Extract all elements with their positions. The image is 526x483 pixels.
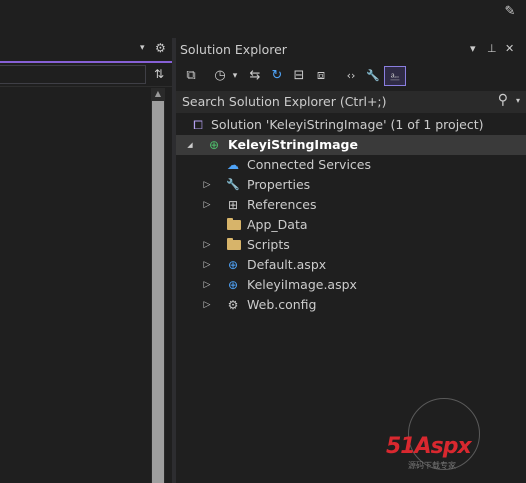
collapse-arrow-icon[interactable]: ▷ xyxy=(201,175,213,195)
tree-item-connected-services[interactable]: ☁ Connected Services xyxy=(176,155,526,175)
tree-item-label: Web.config xyxy=(247,297,317,312)
tree-item-label: KeleyiStringImage xyxy=(228,137,358,152)
tree-item-label: Solution 'KeleyiStringImage' (1 of 1 pro… xyxy=(211,117,484,132)
expand-arrow-icon[interactable]: ◢ xyxy=(184,135,196,155)
chevron-down-icon[interactable]: ▾ xyxy=(140,43,145,53)
solution-icon: ⧠ xyxy=(193,118,203,132)
chevron-down-icon[interactable]: ▾ xyxy=(230,66,240,86)
folder-icon xyxy=(226,217,242,233)
scrollbar-thumb[interactable] xyxy=(152,101,164,483)
search-box[interactable]: Search Solution Explorer (Ctrl+;) ⚲ ▾ xyxy=(176,91,526,113)
divider xyxy=(0,86,172,87)
watermark-brand: 51Aspx xyxy=(386,434,472,459)
tree-item-label: App_Data xyxy=(247,217,308,232)
panel-title: Solution Explorer xyxy=(180,42,287,57)
feedback-icon[interactable]: ✎ xyxy=(502,4,518,20)
globe-icon: ⊕ xyxy=(227,258,239,272)
editor-pane xyxy=(0,38,172,483)
show-all-files-icon[interactable]: ⧈ xyxy=(312,66,330,86)
tree-item-label: Properties xyxy=(247,177,311,192)
config-file-icon: ⚙ xyxy=(227,298,239,312)
tree-item-app-data[interactable]: App_Data xyxy=(176,215,526,235)
tree-item-label: Connected Services xyxy=(247,157,371,172)
collapse-all-icon[interactable]: ⊟ xyxy=(290,66,308,86)
tree-item-references[interactable]: ▷ ⊞ References xyxy=(176,195,526,215)
search-options-dropdown-icon[interactable]: ▾ xyxy=(516,96,520,105)
tree-item-keleyiimage-aspx[interactable]: ▷ ⊕ KeleyiImage.aspx xyxy=(176,275,526,295)
active-tab-accent xyxy=(0,61,172,63)
collapse-arrow-icon[interactable]: ▷ xyxy=(201,275,213,295)
gear-icon[interactable]: ⚙ xyxy=(155,41,166,55)
pin-icon[interactable]: ⊥ xyxy=(487,42,497,55)
window-position-dropdown-icon[interactable]: ▾ xyxy=(470,42,476,55)
tree-item-label: References xyxy=(247,197,317,212)
globe-icon: ⊕ xyxy=(227,278,239,292)
tree-item-label: Default.aspx xyxy=(247,257,327,272)
web-project-icon: ⊕ xyxy=(208,138,220,152)
watermark-subtitle: 源码下载专家 xyxy=(408,461,456,470)
tree-item-project[interactable]: ◢ ⊕ KeleyiStringImage xyxy=(176,135,526,155)
solution-explorer-toolbar: ⧉ ◷ ▾ ⇆ ↻ ⊟ ⧈ ‹› 🔧 ⎁ xyxy=(178,63,526,89)
navigation-dropdown[interactable] xyxy=(0,65,146,84)
collapse-arrow-icon[interactable]: ▷ xyxy=(201,235,213,255)
switch-views-icon[interactable]: ⧉ xyxy=(182,66,200,86)
tree-item-label: Scripts xyxy=(247,237,290,252)
scroll-up-icon[interactable]: ▲ xyxy=(151,88,165,100)
refresh-icon[interactable]: ↻ xyxy=(268,66,286,86)
preview-selected-items-icon[interactable]: ⎁ xyxy=(384,66,406,86)
references-icon: ⊞ xyxy=(227,198,239,212)
collapse-arrow-icon[interactable]: ▷ xyxy=(201,295,213,315)
tree-item-web-config[interactable]: ▷ ⚙ Web.config xyxy=(176,295,526,315)
properties-wrench-icon[interactable]: 🔧 xyxy=(364,66,382,86)
sync-active-document-icon[interactable]: ⇆ xyxy=(246,66,264,86)
collapse-arrow-icon[interactable]: ▷ xyxy=(201,255,213,275)
folder-icon xyxy=(226,237,242,253)
search-input[interactable]: Search Solution Explorer (Ctrl+;) xyxy=(182,94,387,109)
collapse-arrow-icon[interactable]: ▷ xyxy=(201,195,213,215)
tree-item-properties[interactable]: ▷ 🔧 Properties xyxy=(176,175,526,195)
editor-pane-header: ▾ ⚙ xyxy=(0,40,172,60)
wrench-icon: 🔧 xyxy=(226,178,240,191)
tree-item-default-aspx[interactable]: ▷ ⊕ Default.aspx xyxy=(176,255,526,275)
connected-services-icon: ☁ xyxy=(227,158,239,172)
title-strip xyxy=(0,0,526,38)
split-window-icon[interactable]: ⇅ xyxy=(150,65,168,84)
tree-item-scripts[interactable]: ▷ Scripts xyxy=(176,235,526,255)
search-icon[interactable]: ⚲ xyxy=(498,92,508,108)
tree-item-solution[interactable]: ⧠ Solution 'KeleyiStringImage' (1 of 1 p… xyxy=(176,115,526,135)
close-icon[interactable]: ✕ xyxy=(505,42,514,55)
watermark-logo: 51Aspx 源码下载专家 xyxy=(386,398,516,478)
tree-item-label: KeleyiImage.aspx xyxy=(247,277,357,292)
pending-changes-filter-icon[interactable]: ◷ xyxy=(212,66,228,86)
code-view-icon[interactable]: ‹› xyxy=(342,66,360,86)
